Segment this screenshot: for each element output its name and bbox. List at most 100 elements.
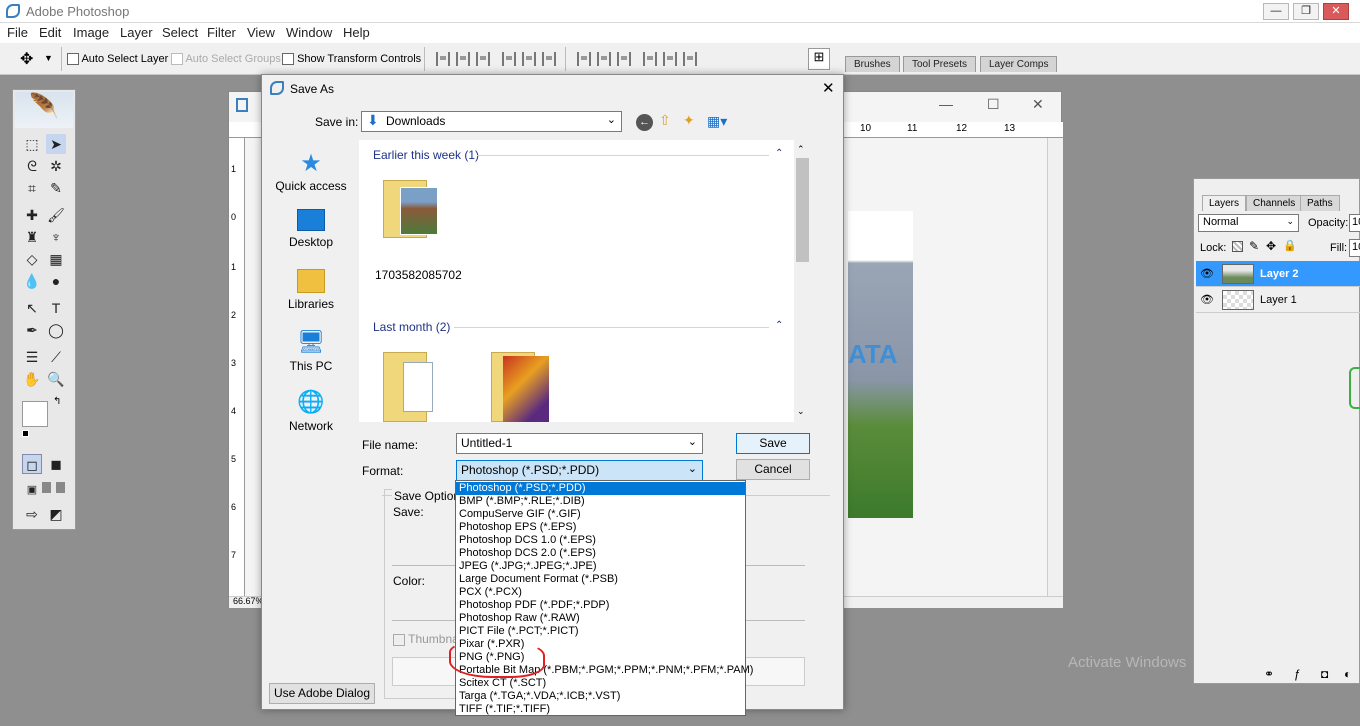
scroll-thumb[interactable] [796, 158, 809, 262]
format-option[interactable]: Large Document Format (*.PSB) [456, 573, 745, 586]
blend-mode-select[interactable]: Normal ⌄ [1198, 214, 1299, 232]
screen-mode-full-menu-icon[interactable] [42, 482, 51, 493]
new-folder-icon[interactable]: ✦ [683, 112, 695, 129]
jump-to-icon[interactable]: ◩ [46, 504, 66, 524]
place-quick-access[interactable]: ★ Quick access [272, 149, 350, 193]
distribute-hcenter-icon[interactable] [663, 52, 677, 66]
show-transform-controls-checkbox[interactable] [282, 53, 294, 66]
auto-select-layer-option[interactable]: Auto Select Layer [67, 53, 168, 66]
file-list[interactable]: Earlier this week (1) ⌃ 1703582085702 La… [359, 140, 811, 422]
distribute-right-icon[interactable] [683, 52, 697, 66]
history-brush-icon[interactable]: ♆ [46, 227, 66, 247]
lock-position-icon[interactable]: ✥ [1266, 239, 1276, 253]
up-folder-icon[interactable]: ⇧ [659, 112, 671, 129]
collapse-chevron-icon[interactable]: ⌃ [775, 148, 783, 159]
format-option[interactable]: Photoshop DCS 2.0 (*.EPS) [456, 547, 745, 560]
align-bottom-icon[interactable] [476, 52, 490, 66]
align-right-icon[interactable] [542, 52, 556, 66]
format-option[interactable]: Photoshop PDF (*.PDF;*.PDP) [456, 599, 745, 612]
layer-row[interactable]: 👁 Layer 1 [1196, 287, 1360, 313]
save-in-select[interactable]: ⬇ Downloads ⌄ [361, 111, 622, 132]
zoom-tool-icon[interactable]: 🔍 [46, 369, 66, 389]
format-option[interactable]: Scitex CT (*.SCT) [456, 677, 745, 690]
lock-all-icon[interactable]: 🔒 [1283, 239, 1297, 252]
pen-tool-icon[interactable]: ✒ [22, 320, 42, 340]
close-button[interactable]: ✕ [1323, 3, 1349, 20]
hand-tool-icon[interactable]: ✋ [22, 369, 42, 389]
magic-wand-icon[interactable]: ✲ [46, 156, 66, 176]
back-arrow-icon[interactable]: ← [636, 114, 653, 131]
align-top-icon[interactable] [436, 52, 450, 66]
collapse-chevron-icon[interactable]: ⌃ [775, 320, 783, 331]
layer-row[interactable]: 👁 Layer 2 [1196, 261, 1360, 287]
notes-tool-icon[interactable]: ☰ [22, 347, 42, 367]
format-option[interactable]: Targa (*.TGA;*.VDA;*.ICB;*.VST) [456, 690, 745, 703]
align-horizontal-center-icon[interactable] [522, 52, 536, 66]
format-option[interactable]: Photoshop EPS (*.EPS) [456, 521, 745, 534]
link-layers-icon[interactable]: ⚭ [1264, 667, 1274, 681]
menu-view[interactable]: View [247, 25, 275, 40]
move-tool-icon[interactable]: ➤ [46, 134, 66, 154]
brush-tool-icon[interactable]: 🖌 [46, 205, 66, 225]
place-desktop[interactable]: Desktop [272, 209, 350, 249]
palette-well-icon[interactable]: ⊞ [808, 48, 830, 70]
place-libraries[interactable]: Libraries [272, 269, 350, 311]
standard-mode-icon[interactable]: ◻ [22, 454, 42, 474]
quick-mask-icon[interactable]: ◼ [46, 454, 66, 474]
tab-paths[interactable]: Paths [1300, 195, 1340, 211]
format-option[interactable]: TIFF (*.TIF;*.TIFF) [456, 703, 745, 716]
slice-tool-icon[interactable]: ✎ [46, 178, 66, 198]
show-transform-controls-option[interactable]: Show Transform Controls [282, 53, 421, 66]
group-header[interactable]: Last month (2) [373, 320, 450, 334]
screen-mode-full-icon[interactable] [56, 482, 65, 493]
screen-mode-standard-icon[interactable]: ▣ [22, 480, 42, 500]
tab-tool-presets[interactable]: Tool Presets [903, 56, 977, 72]
place-this-pc[interactable]: 🖥 This PC [272, 329, 350, 373]
distribute-center-icon[interactable] [597, 52, 611, 66]
menu-file[interactable]: File [7, 25, 28, 40]
menu-edit[interactable]: Edit [39, 25, 61, 40]
lock-pixels-icon[interactable]: ✎ [1249, 239, 1259, 253]
tab-layer-comps[interactable]: Layer Comps [980, 56, 1058, 72]
move-tool-icon[interactable]: ✥ [20, 49, 33, 69]
menu-help[interactable]: Help [343, 25, 370, 40]
minimize-button[interactable]: — [1263, 3, 1289, 20]
align-vertical-center-icon[interactable] [456, 52, 470, 66]
opacity-input[interactable]: 10 [1349, 214, 1360, 232]
file-item[interactable] [383, 352, 447, 422]
eraser-tool-icon[interactable]: ◇ [22, 249, 42, 269]
menu-select[interactable]: Select [162, 25, 198, 40]
scroll-up-icon[interactable]: ⌃ [797, 144, 805, 155]
menu-filter[interactable]: Filter [207, 25, 236, 40]
eyedropper-icon[interactable]: ⟋ [46, 347, 66, 367]
dialog-close-button[interactable]: ✕ [822, 79, 835, 97]
doc-maximize-button[interactable]: ☐ [987, 96, 1000, 113]
lasso-tool-icon[interactable]: ᘓ [22, 156, 42, 176]
dodge-tool-icon[interactable]: ● [46, 271, 66, 291]
tab-brushes[interactable]: Brushes [845, 56, 900, 72]
eye-icon[interactable]: 👁 [1200, 267, 1214, 280]
format-option[interactable]: Photoshop Raw (*.RAW) [456, 612, 745, 625]
cancel-button[interactable]: Cancel [736, 459, 810, 480]
use-adobe-dialog-button[interactable]: Use Adobe Dialog [269, 683, 375, 704]
shape-tool-icon[interactable]: ◯ [46, 320, 66, 340]
align-left-icon[interactable] [502, 52, 516, 66]
format-option[interactable]: PICT File (*.PCT;*.PICT) [456, 625, 745, 638]
layer-style-icon[interactable]: ƒ [1294, 667, 1301, 681]
scroll-down-icon[interactable]: ⌄ [797, 406, 805, 417]
swap-colors-icon[interactable]: ↰ [53, 396, 61, 407]
layer-mask-icon[interactable]: ◘ [1321, 667, 1328, 681]
auto-select-layer-checkbox[interactable] [67, 53, 79, 66]
format-option[interactable]: Photoshop (*.PSD;*.PDD) [456, 482, 745, 495]
format-select[interactable]: Photoshop (*.PSD;*.PDD) ⌄ [456, 460, 703, 481]
restore-button[interactable]: ❐ [1293, 3, 1319, 20]
file-item[interactable] [383, 180, 447, 260]
doc-minimize-button[interactable]: — [939, 96, 953, 112]
chevron-down-icon[interactable]: ▼ [44, 53, 53, 63]
gradient-tool-icon[interactable]: ▦ [46, 249, 66, 269]
format-option[interactable]: Photoshop DCS 1.0 (*.EPS) [456, 534, 745, 547]
fill-input[interactable]: 10 [1349, 239, 1360, 257]
format-option[interactable]: PCX (*.PCX) [456, 586, 745, 599]
doc-close-button[interactable]: ✕ [1032, 96, 1044, 113]
group-header[interactable]: Earlier this week (1) [373, 148, 479, 162]
